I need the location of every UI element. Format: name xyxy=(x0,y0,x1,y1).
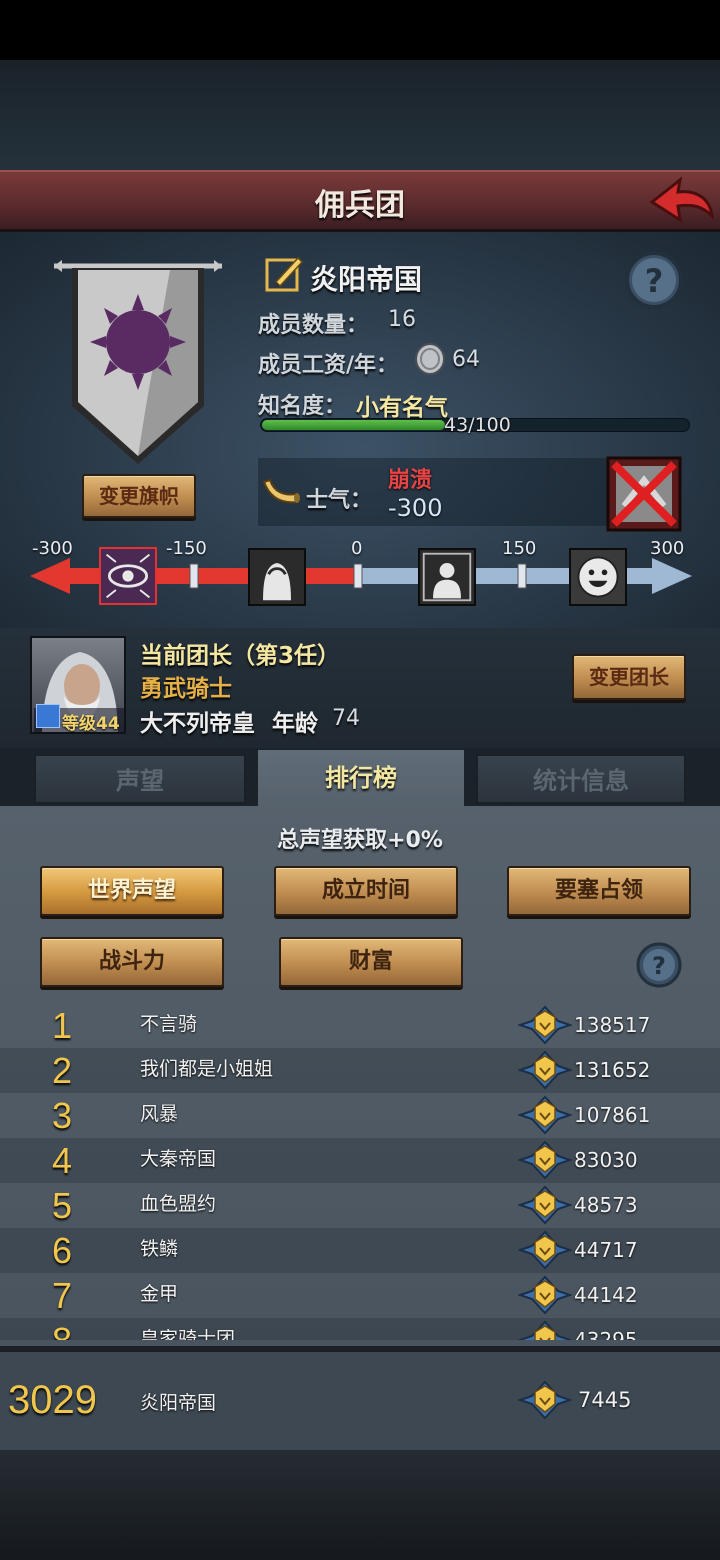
scale-tick-label: 150 xyxy=(502,538,537,559)
fame-label: 知名度： xyxy=(258,394,347,419)
filter-combat-power-button[interactable]: 战斗力 xyxy=(40,937,224,987)
morale-despair-icon[interactable] xyxy=(248,548,306,606)
fame-level: 小有名气 xyxy=(356,395,448,421)
bottom-spacer xyxy=(0,1450,720,1560)
leader-name: 大不列帝皇 xyxy=(140,711,255,737)
filter-fortress-button[interactable]: 要塞占领 xyxy=(507,866,691,916)
scale-tick-label: -150 xyxy=(166,538,207,559)
disabled-status-icon[interactable] xyxy=(606,456,682,532)
rank-score: 48573 xyxy=(574,1193,638,1217)
guild-name: 炎阳帝国 xyxy=(310,263,423,296)
self-rank-number: 3029 xyxy=(8,1378,97,1422)
members-count: 16 xyxy=(388,307,416,332)
rank-number: 2 xyxy=(51,1050,73,1091)
prestige-badge-icon xyxy=(518,1050,572,1090)
prestige-badge-icon xyxy=(518,1185,572,1225)
prestige-badge-icon xyxy=(518,1230,572,1270)
prestige-badge-icon xyxy=(518,1275,572,1315)
rank-guild-name: 大秦帝国 xyxy=(140,1148,217,1170)
rank-score: 131652 xyxy=(574,1058,651,1082)
ranking-row[interactable]: 1 不言骑 138517 xyxy=(0,1003,720,1048)
tab-ranking[interactable]: 排行榜 xyxy=(258,750,464,808)
rank-guild-name: 皇家骑士团 xyxy=(140,1328,236,1340)
salary-value: 64 xyxy=(452,347,480,372)
morale-label: 士气： xyxy=(306,488,373,513)
rank-guild-name: 我们都是小姐姐 xyxy=(140,1058,274,1080)
morale-calm-icon[interactable] xyxy=(418,548,476,606)
morale-collapse-icon[interactable] xyxy=(99,547,157,605)
self-guild-name: 炎阳帝国 xyxy=(140,1392,217,1414)
ranking-row[interactable]: 7 金甲 44142 xyxy=(0,1273,720,1318)
tab-prestige[interactable]: 声望 xyxy=(34,754,246,804)
page-title: 佣兵团 xyxy=(315,188,405,223)
rank-number: 1 xyxy=(51,1005,73,1046)
status-bar-area xyxy=(0,0,720,60)
rank-score: 138517 xyxy=(574,1013,651,1037)
tab-statistics[interactable]: 统计信息 xyxy=(476,754,686,804)
filter-wealth-button[interactable]: 财富 xyxy=(279,937,463,987)
rank-number: 8 xyxy=(42,1318,82,1340)
leader-age: 74 xyxy=(332,706,360,731)
leader-title: 当前团长（第3任） xyxy=(140,643,341,669)
rank-score: 43295 xyxy=(574,1328,638,1340)
members-label: 成员数量： xyxy=(258,313,369,338)
back-arrow-icon[interactable] xyxy=(644,172,716,228)
change-flag-button[interactable]: 变更旗帜 xyxy=(82,474,196,518)
change-leader-button[interactable]: 变更团长 xyxy=(572,654,686,700)
rank-guild-name: 金甲 xyxy=(140,1283,179,1305)
ranking-row[interactable]: 3 风暴 107861 xyxy=(0,1093,720,1138)
scale-tick-label: -300 xyxy=(32,538,73,559)
rank-number: 3 xyxy=(51,1095,73,1136)
prestige-badge-icon xyxy=(518,1140,572,1180)
leader-level: 等级44 xyxy=(62,714,120,734)
rank-guild-name: 风暴 xyxy=(140,1103,179,1125)
fame-progress-text: 43/100 xyxy=(444,414,511,436)
guild-banner-icon xyxy=(54,260,222,464)
leader-class: 勇武骑士 xyxy=(140,676,232,702)
ranking-row[interactable]: 5 血色盟约 48573 xyxy=(0,1183,720,1228)
help-icon[interactable]: ? xyxy=(624,250,684,310)
rank-score: 44717 xyxy=(574,1238,638,1262)
ranking-list[interactable]: 1 不言骑 138517 2 我们都是小姐姐 131652 3 风暴 107861 4 大秦帝国 83… xyxy=(0,1003,720,1340)
leader-age-label: 年龄 xyxy=(272,711,318,737)
scale-tick-label: 0 xyxy=(351,538,363,559)
rank-score: 44142 xyxy=(574,1283,638,1307)
rank-score: 107861 xyxy=(574,1103,651,1127)
rank-guild-name: 血色盟约 xyxy=(140,1193,217,1215)
horn-icon xyxy=(262,478,300,504)
morale-value: -300 xyxy=(388,494,443,522)
ranking-row[interactable]: 2 我们都是小姐姐 131652 xyxy=(0,1048,720,1093)
self-score: 7445 xyxy=(578,1388,632,1412)
sword-icon xyxy=(36,704,60,728)
svg-text:?: ? xyxy=(645,262,664,300)
prestige-badge-icon xyxy=(518,1380,572,1420)
ranking-row[interactable]: 8 皇家骑士团 43295 xyxy=(0,1318,720,1340)
morale-state: 崩溃 xyxy=(388,468,433,493)
rank-number: 7 xyxy=(51,1275,73,1316)
rank-guild-name: 铁鳞 xyxy=(140,1238,179,1260)
salary-label: 成员工资/年： xyxy=(258,353,399,378)
morale-happy-icon[interactable] xyxy=(569,548,627,606)
fame-progress-fill xyxy=(262,420,445,430)
silver-coin-icon xyxy=(415,343,445,375)
rank-score: 83030 xyxy=(574,1148,638,1172)
prestige-bonus-text: 总声望获取+0% xyxy=(277,828,443,853)
svg-text:?: ? xyxy=(652,952,666,980)
help-icon[interactable]: ? xyxy=(636,942,682,988)
rank-guild-name: 不言骑 xyxy=(140,1013,198,1035)
edit-name-icon[interactable] xyxy=(264,254,304,294)
filter-founded-time-button[interactable]: 成立时间 xyxy=(274,866,458,916)
rank-number: 5 xyxy=(51,1185,73,1226)
ranking-row[interactable]: 6 铁鳞 44717 xyxy=(0,1228,720,1273)
prestige-badge-icon xyxy=(518,1095,572,1135)
scale-tick-label: 300 xyxy=(650,538,685,559)
rank-number: 6 xyxy=(51,1230,73,1271)
filter-world-prestige-button[interactable]: 世界声望 xyxy=(40,866,224,916)
prestige-badge-icon xyxy=(518,1005,572,1045)
ranking-row[interactable]: 4 大秦帝国 83030 xyxy=(0,1138,720,1183)
top-spacer xyxy=(0,60,720,172)
rank-number: 4 xyxy=(51,1140,73,1181)
prestige-badge-icon xyxy=(518,1320,572,1340)
